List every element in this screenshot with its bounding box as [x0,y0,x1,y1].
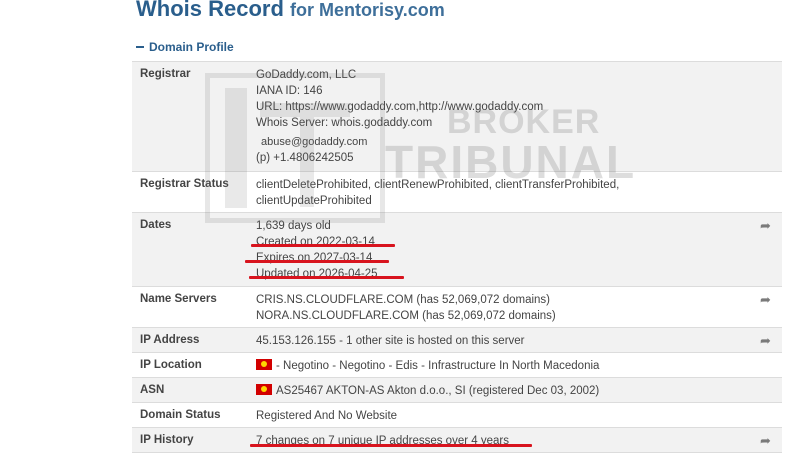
domain-status-label: Domain Status [140,409,221,421]
annotation-underline-ip-history [250,444,532,447]
annotation-underline-expires [245,260,389,263]
page-title: Whois Record for Mentorisy.com [136,0,445,22]
registrar-url[interactable]: URL: https://www.godaddy.com,http://www.… [256,99,543,115]
registrar-phone: (p) +1.4806242505 [256,152,354,164]
asn-value: AS25467 AKTON-AS Akton d.o.o., SI (regis… [256,383,599,399]
name-servers-label: Name Servers [140,293,217,305]
row-dates: Dates 1,639 days old Created on 2022-03-… [132,213,782,287]
share-arrow-icon[interactable]: ➦ [760,334,774,347]
row-ip-history: IP History 7 changes on 7 unique IP addr… [132,428,782,453]
registrar-iana: IANA ID: 146 [256,85,323,97]
ip-location-value: - Negotino - Negotino - Edis - Infrastru… [256,358,599,374]
annotation-underline-updated [249,276,404,279]
dates-value: 1,639 days old Created on 2022-03-14 Exp… [256,218,378,282]
share-arrow-icon[interactable]: ➦ [760,293,774,306]
ip-address-label: IP Address [140,334,200,346]
asn-label: ASN [140,384,165,396]
row-registrar-status: Registrar Status clientDeleteProhibited,… [132,172,782,213]
domain-age: 1,639 days old [256,220,331,232]
share-arrow-icon[interactable]: ➦ [760,434,774,447]
north-macedonia-flag-icon [256,359,272,370]
domain-status-value: Registered And No Website [256,410,398,422]
page-title-main: Whois Record [136,0,284,21]
registrar-email[interactable]: abuse@godaddy.com [256,134,543,150]
row-asn: ASN AS25467 AKTON-AS Akton d.o.o., SI (r… [132,378,782,403]
row-registrar: Registrar GoDaddy.com, LLC IANA ID: 146 … [132,62,782,172]
row-ip-location: IP Location - Negotino - Negotino - Edis… [132,353,782,378]
registrar-value: GoDaddy.com, LLC IANA ID: 146 URL: https… [256,67,543,166]
ip-location-label: IP Location [140,359,202,371]
asn-text: AS25467 AKTON-AS Akton d.o.o., SI (regis… [276,385,600,397]
domain-profile-label: Domain Profile [149,40,234,54]
row-name-servers: Name Servers CRIS.NS.CLOUDFLARE.COM (has… [132,287,782,328]
row-ip-address: IP Address 45.153.126.155 - 1 other site… [132,328,782,353]
registrar-status-label: Registrar Status [140,178,229,190]
dates-label: Dates [140,219,172,231]
name-server[interactable]: NORA.NS.CLOUDFLARE.COM (has 52,069,072 d… [256,308,556,324]
minus-icon [136,46,144,48]
north-macedonia-flag-icon [256,384,272,395]
created-date: Created on 2022-03-14 [256,236,375,248]
whois-table: Registrar GoDaddy.com, LLC IANA ID: 146 … [132,61,782,453]
registrar-status-line: clientDeleteProhibited, clientRenewProhi… [256,179,620,191]
updated-date: Updated on 2026-04-25 [256,268,378,280]
name-servers-value: CRIS.NS.CLOUDFLARE.COM (has 52,069,072 d… [256,292,556,324]
domain-profile-toggle[interactable]: Domain Profile [136,40,234,54]
ip-address-value[interactable]: 45.153.126.155 - 1 other site is hosted … [256,333,525,349]
registrar-status-line: clientUpdateProhibited [256,195,372,207]
annotation-underline-created [251,244,395,247]
name-server[interactable]: CRIS.NS.CLOUDFLARE.COM (has 52,069,072 d… [256,292,556,308]
registrar-whois-server: Whois Server: whois.godaddy.com [256,117,433,129]
ip-location-text: - Negotino - Negotino - Edis - Infrastru… [276,360,600,372]
ip-history-label: IP History [140,434,194,446]
registrar-name: GoDaddy.com, LLC [256,69,357,81]
registrar-label: Registrar [140,68,191,80]
share-arrow-icon[interactable]: ➦ [760,219,774,232]
page-title-domain: for Mentorisy.com [290,0,445,20]
registrar-status-value: clientDeleteProhibited, clientRenewProhi… [256,177,619,209]
row-domain-status: Domain Status Registered And No Website [132,403,782,428]
expires-date: Expires on 2027-03-14 [256,252,373,264]
